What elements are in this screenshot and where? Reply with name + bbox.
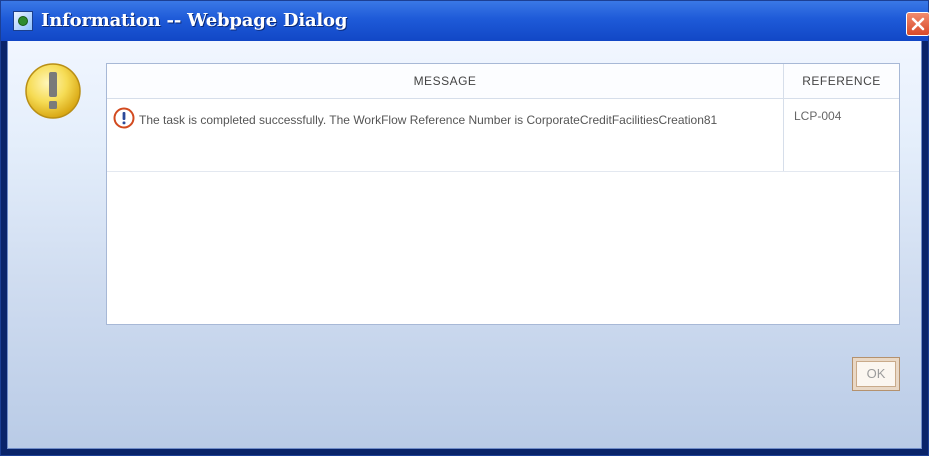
close-button[interactable] <box>906 12 929 36</box>
dialog-window: Information -- Webpage Dialog MESSAGE RE… <box>0 0 929 456</box>
message-column-header: MESSAGE <box>107 64 784 99</box>
message-table: MESSAGE REFERENCE The task is completed … <box>107 64 899 172</box>
dialog-body: MESSAGE REFERENCE The task is completed … <box>7 41 922 449</box>
info-exclamation-icon <box>113 107 135 129</box>
ie-window-icon <box>13 11 33 31</box>
title-bar[interactable]: Information -- Webpage Dialog <box>1 1 929 41</box>
close-icon <box>911 17 925 31</box>
reference-cell: LCP-004 <box>783 98 899 172</box>
table-header-row: MESSAGE REFERENCE <box>107 64 899 99</box>
table-row: The task is completed successfully. The … <box>107 98 899 172</box>
message-panel: MESSAGE REFERENCE The task is completed … <box>106 63 900 325</box>
message-text: The task is completed successfully. The … <box>139 113 718 127</box>
message-cell: The task is completed successfully. The … <box>107 98 784 172</box>
reference-column-header: REFERENCE <box>783 64 899 99</box>
window-title: Information -- Webpage Dialog <box>41 10 348 31</box>
ok-button-label: OK <box>856 361 896 387</box>
ok-button[interactable]: OK <box>852 357 900 391</box>
warning-exclamation-icon <box>25 63 81 119</box>
